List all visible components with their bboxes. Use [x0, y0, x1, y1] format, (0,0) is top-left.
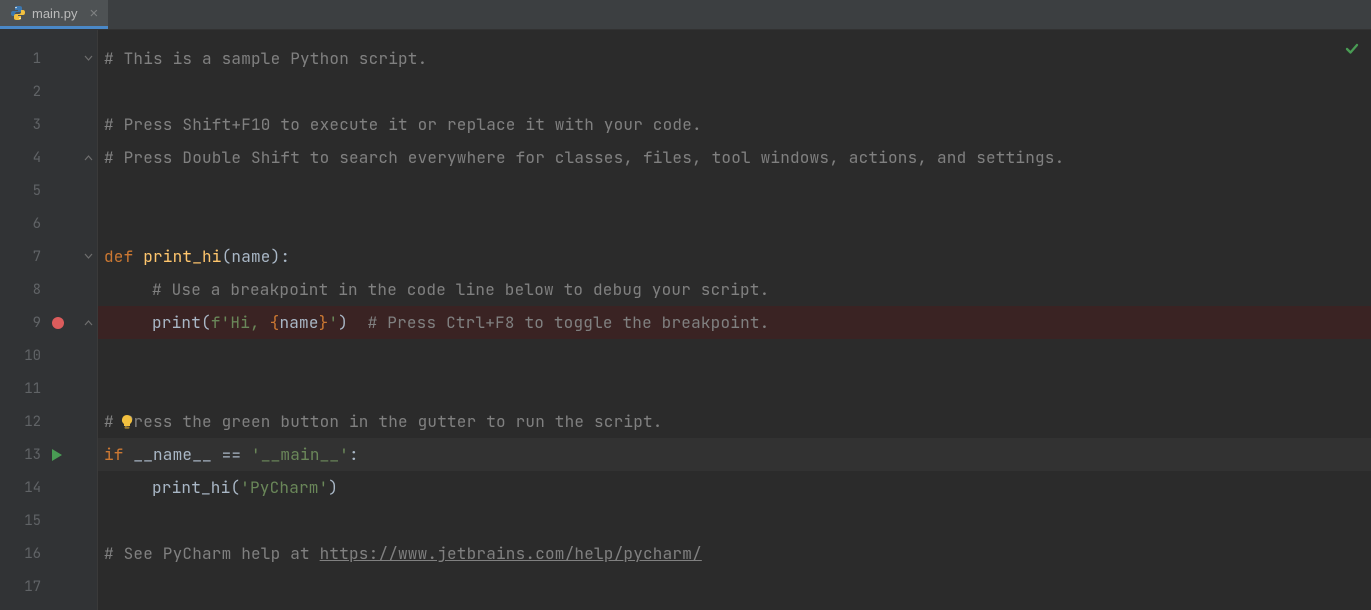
- code-token: name: [279, 312, 318, 333]
- code-token: (name):: [222, 246, 291, 267]
- line-number[interactable]: 10: [13, 339, 41, 372]
- code-token: ): [338, 312, 367, 333]
- code-line[interactable]: # This is a sample Python script.: [98, 42, 1371, 75]
- code-token: # Use a breakpoint in the code line belo…: [152, 279, 769, 300]
- code-token: print_hi: [143, 246, 221, 267]
- code-token: def: [104, 246, 143, 267]
- code-line[interactable]: print_hi('PyCharm'): [98, 471, 1371, 504]
- code-token: # Press Double Shift to search everywher…: [104, 147, 1064, 168]
- line-number[interactable]: 6: [13, 207, 41, 240]
- line-number[interactable]: 9: [13, 306, 41, 339]
- code-token: # This is a sample Python script.: [104, 48, 427, 69]
- intention-bulb-icon[interactable]: [120, 405, 134, 438]
- fold-marker-icon[interactable]: [83, 42, 93, 75]
- line-number[interactable]: 12: [13, 405, 41, 438]
- code-line[interactable]: [98, 75, 1371, 108]
- code-token: ': [328, 312, 338, 333]
- code-token: 'PyCharm': [240, 477, 328, 498]
- code-line[interactable]: # Use a breakpoint in the code line belo…: [98, 273, 1371, 306]
- code-line[interactable]: # See PyCharm help at https://www.jetbra…: [98, 537, 1371, 570]
- code-line[interactable]: def print_hi(name):: [98, 240, 1371, 273]
- line-number[interactable]: 14: [13, 471, 41, 504]
- code-line[interactable]: # Press Double Shift to search everywher…: [98, 141, 1371, 174]
- code-line[interactable]: [98, 372, 1371, 405]
- tab-filename: main.py: [32, 6, 78, 21]
- editor[interactable]: 1234567891011121314151617 # This is a sa…: [0, 30, 1371, 610]
- line-number[interactable]: 7: [13, 240, 41, 273]
- code-line[interactable]: print(f'Hi, {name}') # Press Ctrl+F8 to …: [98, 306, 1371, 339]
- breakpoint-icon[interactable]: [52, 306, 64, 339]
- code-token: '__main__': [251, 444, 349, 465]
- code-line[interactable]: [98, 504, 1371, 537]
- code-token: print_hi(: [152, 477, 240, 498]
- code-line[interactable]: [98, 174, 1371, 207]
- line-number[interactable]: 13: [13, 438, 41, 471]
- code-line[interactable]: [98, 207, 1371, 240]
- line-number[interactable]: 5: [13, 174, 41, 207]
- line-number[interactable]: 16: [13, 537, 41, 570]
- code-token: {: [270, 312, 280, 333]
- code-token: https://www.jetbrains.com/help/pycharm/: [320, 543, 702, 564]
- tab-close-icon[interactable]: ×: [90, 6, 99, 21]
- code-token: # Press the green button in the gutter t…: [104, 411, 663, 432]
- line-number[interactable]: 2: [13, 75, 41, 108]
- code-token: __name__ ==: [133, 444, 251, 465]
- code-token: :: [349, 444, 359, 465]
- tab-main-py[interactable]: main.py ×: [0, 0, 108, 29]
- line-number[interactable]: 15: [13, 504, 41, 537]
- line-number[interactable]: 11: [13, 372, 41, 405]
- code-token: # Press Shift+F10 to execute it or repla…: [104, 114, 702, 135]
- tab-bar: main.py ×: [0, 0, 1371, 30]
- code-line[interactable]: # Press the green button in the gutter t…: [98, 405, 1371, 438]
- code-line[interactable]: [98, 339, 1371, 372]
- code-token: }: [319, 312, 329, 333]
- python-file-icon: [10, 5, 26, 21]
- fold-marker-icon[interactable]: [83, 240, 93, 273]
- code-area[interactable]: # This is a sample Python script. # Press…: [98, 30, 1371, 610]
- code-token: print(: [152, 312, 211, 333]
- fold-marker-icon[interactable]: [83, 306, 93, 339]
- line-number[interactable]: 3: [13, 108, 41, 141]
- line-number[interactable]: 1: [13, 42, 41, 75]
- code-token: # See PyCharm help at: [104, 543, 320, 564]
- line-number[interactable]: 4: [13, 141, 41, 174]
- code-token: if: [104, 444, 133, 465]
- run-icon[interactable]: [52, 438, 62, 471]
- line-number[interactable]: 8: [13, 273, 41, 306]
- code-token: ): [328, 477, 338, 498]
- code-line[interactable]: # Press Shift+F10 to execute it or repla…: [98, 108, 1371, 141]
- fold-marker-icon[interactable]: [83, 141, 93, 174]
- code-token: # Press Ctrl+F8 to toggle the breakpoint…: [368, 312, 770, 333]
- code-line[interactable]: [98, 570, 1371, 603]
- gutter[interactable]: 1234567891011121314151617: [0, 30, 98, 610]
- code-token: f'Hi,: [211, 312, 270, 333]
- code-line[interactable]: if __name__ == '__main__':: [98, 438, 1371, 471]
- line-number[interactable]: 17: [13, 570, 41, 603]
